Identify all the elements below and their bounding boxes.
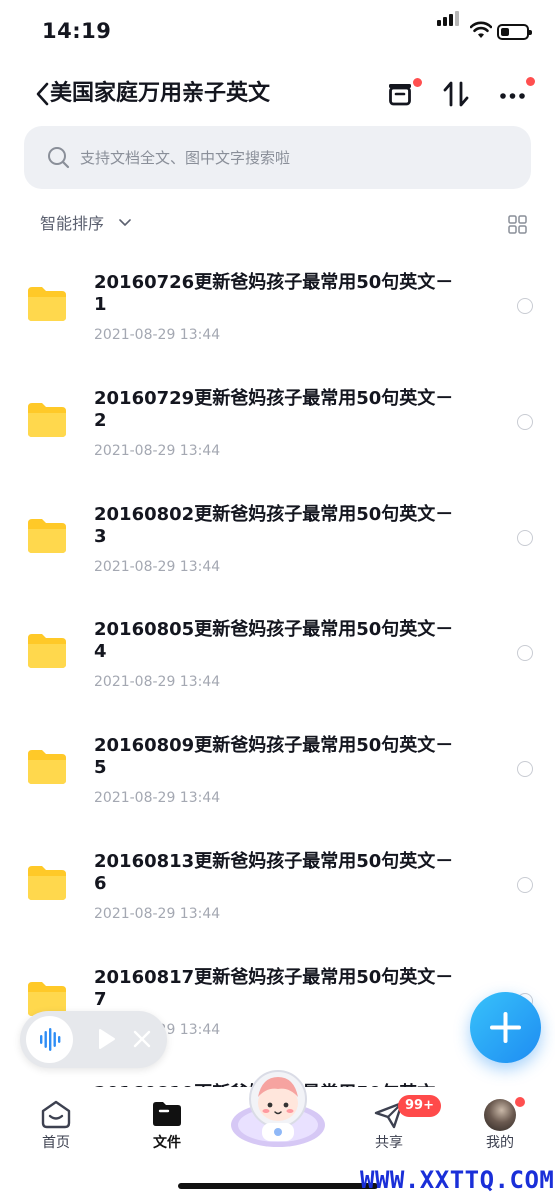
notification-dot [526,77,535,86]
status-bar: 14:19 [0,0,555,60]
folder-icon [27,865,67,901]
avatar [484,1099,516,1131]
list-item[interactable]: 20160805更新爸妈孩子最常用50句英文－4 2021-08-29 13:44 [0,605,555,721]
list-item[interactable]: 20160813更新爸妈孩子最常用50句英文－6 2021-08-29 13:44 [0,837,555,953]
file-name: 20160813更新爸妈孩子最常用50句英文－6 [94,850,454,894]
audio-player[interactable] [20,1011,167,1068]
search-placeholder: 支持文档全文、图中文字搜索啦 [80,149,291,167]
select-checkbox[interactable] [517,645,533,662]
tab-mine-label: 我的 [486,1135,514,1151]
file-date: 2021-08-29 13:44 [94,558,221,575]
file-name: 20160802更新爸妈孩子最常用50句英文－3 [94,503,454,547]
plus-icon [490,1012,521,1043]
folder-icon [27,286,67,322]
share-badge: 99+ [398,1095,441,1117]
select-checkbox[interactable] [517,298,533,314]
folder-icon [27,749,67,785]
folder-icon [153,1102,181,1126]
sort-dropdown[interactable]: 智能排序 [40,213,104,235]
list-item[interactable]: 20160729更新爸妈孩子最常用50句英文－2 2021-08-29 13:44 [0,374,555,490]
file-date: 2021-08-29 13:44 [94,905,221,922]
search-icon [48,147,70,169]
search-input[interactable]: 支持文档全文、图中文字搜索啦 [24,126,531,189]
tab-share-label: 共享 [375,1135,403,1151]
file-name: 20160805更新爸妈孩子最常用50句英文－4 [94,619,454,663]
tab-home-label: 首页 [42,1135,70,1151]
tab-files[interactable]: 文件 [127,1087,207,1157]
tab-mine[interactable]: 我的 [460,1087,540,1157]
list-item[interactable]: 20160726更新爸妈孩子最常用50句英文－1 2021-08-29 13:44 [0,258,555,374]
chevron-down-icon[interactable] [118,216,132,230]
select-checkbox[interactable] [517,413,533,430]
file-name: 20160809更新爸妈孩子最常用50句英文－5 [94,735,454,779]
add-button[interactable] [470,992,541,1063]
home-indicator [178,1183,378,1189]
file-name: 20160817更新爸妈孩子最常用50句英文－7 [94,966,454,1010]
battery-icon [497,24,532,40]
file-date: 2021-08-29 13:44 [94,442,221,459]
list-item[interactable]: 20160802更新爸妈孩子最常用50句英文－3 2021-08-29 13:44 [0,490,555,606]
file-date: 2021-08-29 13:44 [94,327,221,343]
file-name: 20160726更新爸妈孩子最常用50句英文－1 [94,272,454,315]
folder-icon [27,402,67,438]
select-checkbox[interactable] [517,761,533,778]
mascot-icon[interactable] [229,1067,327,1147]
grid-view-icon[interactable] [508,215,527,234]
home-icon [41,1100,71,1129]
file-date: 2021-08-29 13:44 [94,674,221,691]
sort-bar: 智能排序 [0,210,555,240]
notification-dot [413,78,422,87]
status-time: 14:19 [42,19,112,43]
select-checkbox[interactable] [517,529,533,546]
transfer-box-icon[interactable] [384,78,416,110]
play-icon[interactable] [98,1028,116,1050]
page-title: 美国家庭万用亲子英文 [50,81,271,106]
close-icon[interactable] [132,1029,152,1049]
notification-dot [515,1097,525,1107]
folder-icon [27,633,67,669]
file-date: 2021-08-29 13:44 [94,790,221,807]
tab-files-label: 文件 [153,1135,181,1151]
watermark-text: WWW.XXTTQ.COM [360,1166,555,1194]
file-list: 20160726更新爸妈孩子最常用50句英文－1 2021-08-29 13:44… [0,258,555,1088]
select-checkbox[interactable] [517,876,533,893]
more-icon[interactable] [497,78,529,110]
file-name: 20160729更新爸妈孩子最常用50句英文－2 [94,387,454,431]
tab-home[interactable]: 首页 [16,1087,96,1157]
list-item[interactable]: 20160809更新爸妈孩子最常用50句英文－5 2021-08-29 13:44 [0,721,555,837]
sort-order-icon[interactable] [440,78,472,110]
folder-icon [27,518,67,554]
nav-bar: 美国家庭万用亲子英文 [0,70,555,120]
wifi-icon [470,21,492,38]
voice-wave-icon[interactable] [26,1016,73,1063]
